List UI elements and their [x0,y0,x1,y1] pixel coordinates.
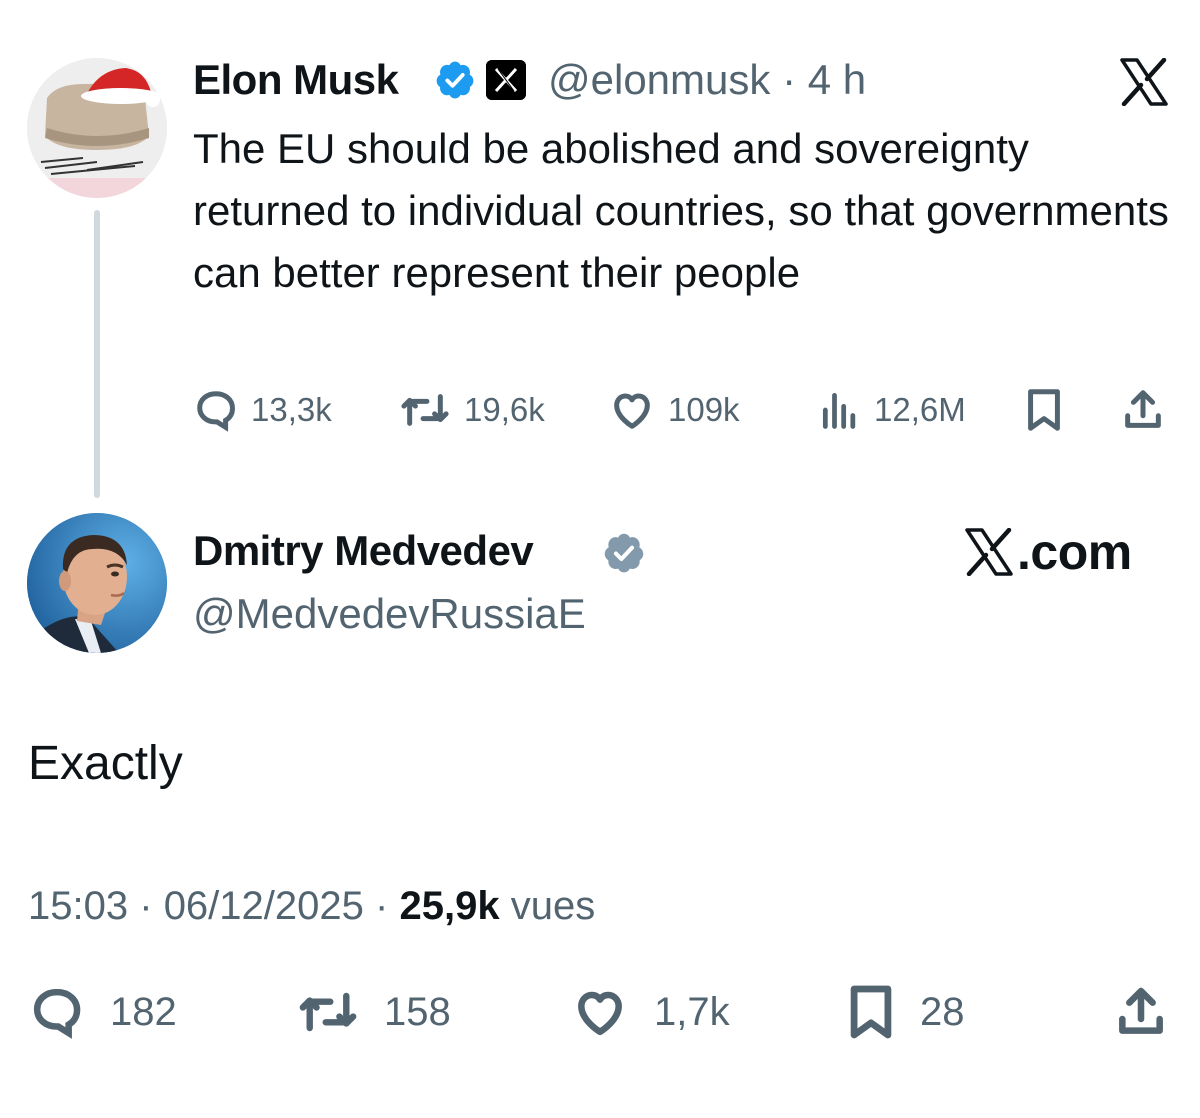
like-count: 1,7k [654,989,730,1034]
x-logo-icon [965,528,1013,576]
main-handle[interactable]: @MedvedevRussiaE [193,590,586,638]
quoted-share-button[interactable] [1120,386,1166,434]
quoted-time[interactable]: 4 h [808,56,866,103]
bookmark-icon [850,985,892,1039]
views-count: 25,9k [399,884,500,928]
like-button[interactable]: 1,7k [570,984,730,1040]
views-label: vues [510,884,596,928]
quoted-view-count: 12,6M [874,391,966,428]
tweet-time[interactable]: 15:03 [28,884,128,928]
bookmark-button[interactable]: 28 [846,984,965,1040]
verified-badge-gray-icon [602,531,646,575]
views-icon [822,392,856,429]
repost-icon [401,394,449,426]
x-logo-icon [1118,57,1170,107]
quoted-bookmark-button[interactable] [1024,386,1064,434]
reply-icon [197,391,235,432]
share-icon [1125,390,1161,428]
thread-line [94,210,100,498]
verified-badge-icon [434,59,476,101]
quoted-like-count: 109k [668,391,740,428]
like-icon [614,393,650,429]
quoted-like-button[interactable]: 109k [608,386,740,434]
brand-suffix: .com [1017,524,1132,580]
quoted-author-name[interactable]: Elon Musk [193,56,399,104]
quoted-repost-count: 19,6k [464,391,545,428]
avatar-elon-musk[interactable] [27,58,167,198]
affiliate-x-badge-icon [486,60,526,100]
repost-count: 158 [384,989,451,1034]
quoted-handle[interactable]: @elonmusk [548,56,770,103]
quoted-views[interactable]: 12,6M [818,386,966,434]
tweet-date[interactable]: 06/12/2025 [164,884,364,928]
like-icon [578,991,622,1036]
share-button[interactable] [1112,984,1170,1040]
share-icon [1119,987,1163,1034]
quoted-tweet-text: The EU should be abolished and sovereign… [193,125,1169,296]
main-author-name[interactable]: Dmitry Medvedev [193,527,534,575]
bookmark-count: 28 [920,989,965,1034]
avatar-dmitry-medvedev[interactable] [27,513,167,653]
separator-dot: · [375,884,389,928]
x-com-brand: .com [963,522,1132,582]
repost-button[interactable]: 158 [296,984,451,1040]
quoted-repost-button[interactable]: 19,6k [398,386,545,434]
repost-icon [299,992,357,1032]
main-tweet-text: Exactly [28,737,183,790]
separator-dot: · [139,884,153,928]
reply-button[interactable]: 182 [28,984,177,1040]
separator-dot: · [782,56,797,103]
quoted-handle-time: @elonmusk · 4 h [548,56,866,104]
reply-count: 182 [110,989,177,1034]
reply-icon [33,988,81,1039]
tweet-meta: 15:03 · 06/12/2025 · 25,9k vues [28,884,595,929]
quoted-reply-count: 13,3k [251,391,332,428]
quoted-reply-button[interactable]: 13,3k [193,386,332,434]
bookmark-icon [1028,389,1060,431]
